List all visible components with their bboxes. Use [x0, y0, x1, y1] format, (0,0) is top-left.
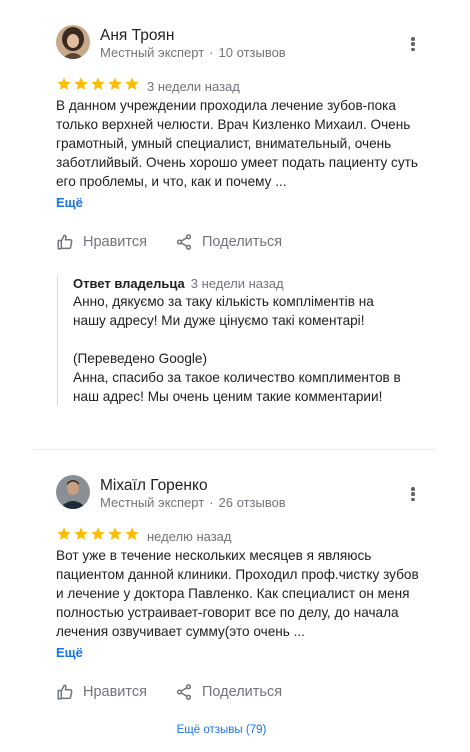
like-button[interactable]: Нравится	[56, 233, 147, 251]
share-button[interactable]: Поделиться	[175, 233, 282, 251]
star-icon	[57, 77, 71, 90]
more-vertical-icon[interactable]	[406, 484, 420, 504]
share-icon	[176, 234, 192, 250]
star-icon	[74, 527, 88, 540]
star-icon	[91, 527, 105, 540]
owner-reply-label: Ответ владельца	[73, 276, 185, 291]
read-more-link[interactable]: Ещё	[56, 195, 83, 210]
review-actions: Нравится Поделиться	[56, 233, 282, 251]
review-time: неделю назад	[147, 529, 232, 544]
thumbs-up-icon	[57, 234, 73, 250]
author-meta: Местный эксперт · 26 отзывов	[100, 495, 286, 510]
owner-reply-text: Анно, дякуємо за таку кількість компліме…	[73, 292, 402, 406]
review-time: 3 недели назад	[147, 79, 240, 94]
star-icon	[91, 77, 105, 90]
star-icon	[108, 77, 122, 90]
rating-row: 3 недели назад	[56, 76, 240, 97]
translation-note: (Переведено Google)	[73, 351, 208, 366]
star-icon	[108, 527, 122, 540]
share-button[interactable]: Поделиться	[175, 683, 282, 701]
star-rating	[56, 526, 141, 547]
star-icon	[74, 77, 88, 90]
thumbs-up-icon	[57, 684, 73, 700]
review-actions: Нравится Поделиться	[56, 683, 282, 701]
share-label: Поделиться	[201, 684, 283, 700]
like-button[interactable]: Нравится	[56, 683, 147, 701]
read-more-link[interactable]: Ещё	[56, 645, 83, 660]
author-meta: Местный эксперт · 10 отзывов	[100, 45, 286, 60]
rating-row: неделю назад	[56, 526, 232, 547]
all-reviews-link[interactable]: Ещё отзывы (79)	[0, 724, 470, 736]
star-icon	[57, 527, 71, 540]
review-text: Вот уже в течение нескольких месяцев я я…	[56, 548, 419, 639]
separator-dot: ·	[209, 495, 214, 510]
local-guide-badge: Местный эксперт	[100, 45, 205, 60]
review-text: В данном учреждении проходила лечение зу…	[56, 98, 418, 189]
like-label: Нравится	[83, 234, 147, 250]
review-count: 26 отзывов	[218, 495, 286, 510]
star-rating	[56, 76, 141, 97]
share-label: Поделиться	[201, 234, 283, 250]
like-label: Нравится	[83, 684, 147, 700]
star-icon	[125, 77, 139, 90]
divider	[33, 449, 435, 450]
review-count: 10 отзывов	[218, 45, 286, 60]
star-icon	[125, 527, 139, 540]
all-reviews-label[interactable]: Ещё отзывы (79)	[177, 724, 267, 736]
separator-dot: ·	[209, 45, 214, 60]
owner-reply-translated: Анна, спасибо за такое количество компли…	[73, 370, 401, 404]
owner-reply: Ответ владельца 3 недели назад Анно, дяку…	[57, 275, 402, 406]
author-name[interactable]: Міхаїл Горенко	[100, 477, 208, 495]
owner-reply-time: 3 недели назад	[190, 276, 284, 291]
avatar[interactable]	[56, 475, 90, 509]
more-vertical-icon[interactable]	[406, 34, 420, 54]
local-guide-badge: Местный эксперт	[100, 495, 205, 510]
owner-reply-header: Ответ владельца 3 недели назад	[73, 275, 402, 292]
owner-reply-original: Анно, дякуємо за таку кількість компліме…	[73, 294, 374, 328]
avatar[interactable]	[56, 25, 90, 59]
author-name[interactable]: Аня Троян	[100, 27, 174, 45]
share-icon	[176, 684, 192, 700]
